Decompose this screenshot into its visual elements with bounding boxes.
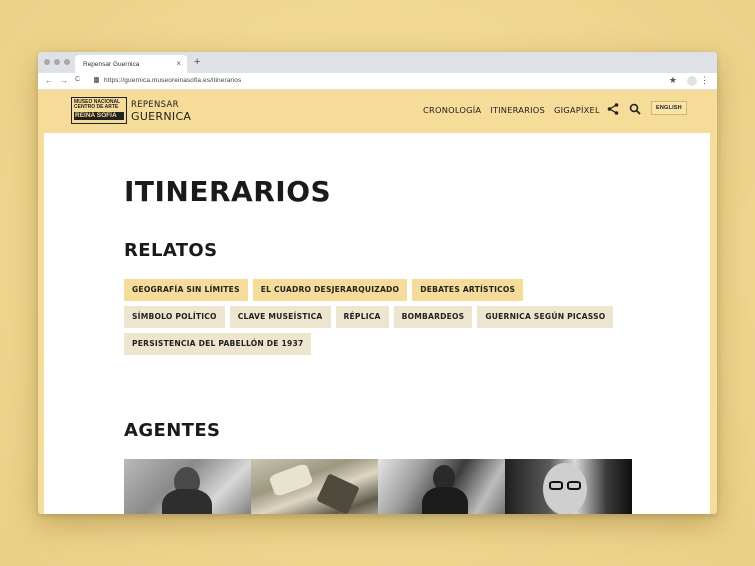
minimize-window-dot[interactable] — [54, 59, 60, 65]
tag-row: GEOGRAFÍA SIN LÍMITES EL CUADRO DESJERAR… — [124, 279, 624, 301]
site-header: MUSEO NACIONAL CENTRO DE ARTE REINA SOFI… — [38, 90, 717, 132]
tag-persistencia-pabellon[interactable]: PERSISTENCIA DEL PABELLÓN DE 1937 — [124, 333, 312, 355]
glasses-icon — [549, 481, 563, 490]
glasses-icon — [567, 481, 581, 490]
page-title: ITINERARIOS — [124, 175, 332, 208]
agentes-heading: AGENTES — [124, 420, 221, 441]
tag-row: SÍMBOLO POLÍTICO CLAVE MUSEÍSTICA RÉPLIC… — [124, 306, 624, 328]
new-tab-button[interactable]: + — [194, 56, 200, 68]
artwork-shape — [316, 473, 360, 514]
relatos-tags: GEOGRAFÍA SIN LÍMITES EL CUADRO DESJERAR… — [124, 279, 624, 360]
browser-window: Repensar Guernica × + ← → C https://guer… — [38, 52, 717, 514]
main-content: ITINERARIOS RELATOS GEOGRAFÍA SIN LÍMITE… — [44, 133, 710, 514]
forward-arrow-icon[interactable]: → — [60, 76, 68, 85]
tag-row: PERSISTENCIA DEL PABELLÓN DE 1937 — [124, 333, 624, 355]
tab-close-icon[interactable]: × — [176, 59, 181, 68]
reload-icon[interactable]: C — [75, 76, 80, 83]
url-field[interactable]: https://guernica.museoreinasofia.es/itin… — [104, 77, 241, 84]
tag-replica[interactable]: RÉPLICA — [335, 306, 389, 328]
agent-image[interactable] — [505, 459, 632, 514]
nav-cronologia[interactable]: CRONOLOGÍA — [423, 105, 481, 115]
tag-cuadro-desjerarquizado[interactable]: EL CUADRO DESJERARQUIZADO — [252, 279, 408, 301]
tag-clave-museistica[interactable]: CLAVE MUSEÍSTICA — [229, 306, 331, 328]
logo-line-3: REINA SOFIA — [74, 111, 124, 120]
tab-title: Repensar Guernica — [83, 61, 140, 68]
browser-tab[interactable]: Repensar Guernica × — [75, 55, 187, 73]
artwork-shape — [268, 462, 314, 498]
tag-bombardeos[interactable]: BOMBARDEOS — [393, 306, 473, 328]
nav-gigapixel[interactable]: GIGAPÍXEL — [554, 105, 600, 115]
search-icon[interactable] — [629, 103, 641, 115]
agent-image[interactable] — [124, 459, 251, 514]
browser-tabbar: Repensar Guernica × + — [38, 52, 717, 73]
back-arrow-icon[interactable]: ← — [45, 76, 53, 85]
logo-line-2: CENTRO DE ARTE — [74, 104, 119, 111]
browser-menu-icon[interactable]: ⋮ — [700, 75, 709, 86]
nav-itinerarios[interactable]: ITINERARIOS — [490, 105, 545, 115]
tag-debates-artisticos[interactable]: DEBATES ARTÍSTICOS — [412, 279, 524, 301]
window-controls — [44, 59, 70, 65]
language-button[interactable]: ENGLISH — [651, 101, 687, 115]
address-bar: ← → C https://guernica.museoreinasofia.e… — [38, 73, 717, 90]
bookmark-star-icon[interactable]: ★ — [669, 75, 677, 86]
museum-logo[interactable]: MUSEO NACIONAL CENTRO DE ARTE REINA SOFI… — [71, 97, 127, 124]
share-icon[interactable] — [607, 103, 619, 115]
agent-image[interactable] — [251, 459, 378, 514]
site-name-bottom: GUERNICA — [131, 110, 192, 123]
site-name[interactable]: REPENSAR GUERNICA — [131, 100, 191, 122]
lock-icon — [94, 77, 99, 83]
agents-gallery — [124, 459, 632, 514]
tag-guernica-segun-picasso[interactable]: GUERNICA SEGÚN PICASSO — [477, 306, 614, 328]
close-window-dot[interactable] — [44, 59, 50, 65]
relatos-heading: RELATOS — [124, 240, 218, 261]
portrait-figure — [162, 489, 212, 514]
portrait-figure — [422, 487, 468, 514]
profile-avatar[interactable] — [687, 76, 697, 86]
maximize-window-dot[interactable] — [64, 59, 70, 65]
tag-simbolo-politico[interactable]: SÍMBOLO POLÍTICO — [124, 306, 225, 328]
agent-image[interactable] — [378, 459, 505, 514]
tag-geografia[interactable]: GEOGRAFÍA SIN LÍMITES — [124, 279, 248, 301]
main-nav: CRONOLOGÍA ITINERARIOS GIGAPÍXEL — [423, 105, 600, 115]
